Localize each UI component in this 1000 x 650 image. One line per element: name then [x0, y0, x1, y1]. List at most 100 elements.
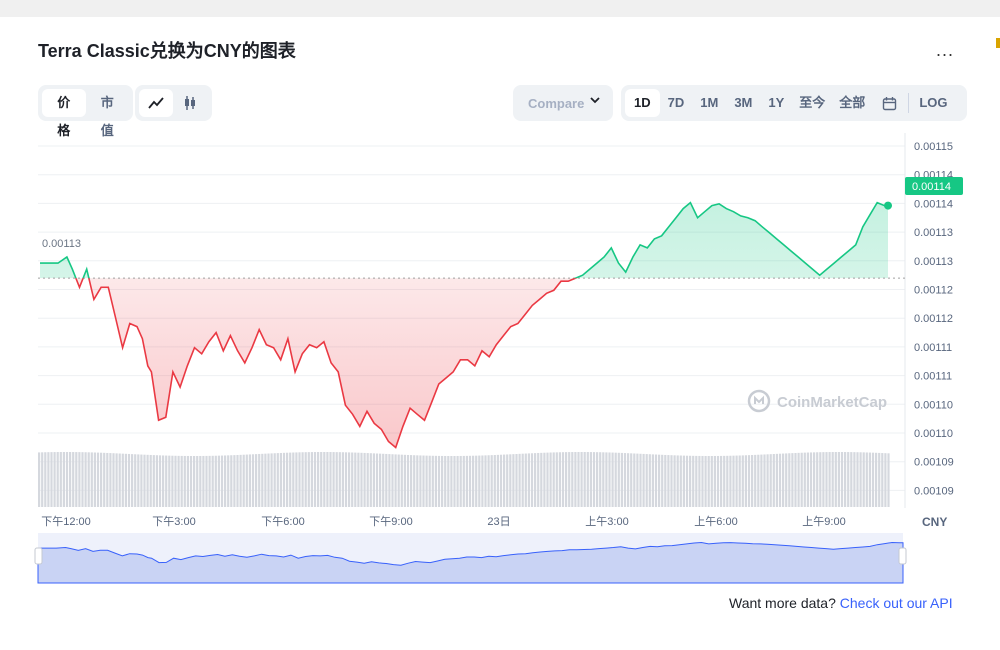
volume-bar [158, 455, 162, 507]
watermark-text: CoinMarketCap [777, 394, 887, 411]
volume-bar [884, 453, 887, 507]
volume-bar [137, 454, 140, 507]
volume-bars [38, 452, 890, 507]
volume-bar [568, 452, 571, 507]
volume-bar [862, 452, 865, 507]
volume-bar [518, 453, 521, 507]
volume-bar [406, 454, 410, 507]
volume-bar [233, 455, 236, 507]
api-link[interactable]: Check out our API [840, 595, 953, 611]
volume-bar [220, 455, 224, 507]
footer: Want more data? Check out our API [729, 595, 953, 611]
y-tick-label: 0.00112 [914, 285, 953, 297]
volume-bar [803, 452, 806, 507]
y-tick-label: 0.00109 [914, 457, 954, 469]
price-chart[interactable]: 0.00115 0.00114 0.00114 0.00113 0.00113 0.001… [0, 0, 1000, 650]
volume-bar [521, 453, 524, 507]
volume-bar [685, 455, 689, 507]
current-price-label: 0.00114 [912, 181, 951, 193]
volume-bar [797, 452, 800, 507]
volume-bar [834, 452, 837, 507]
volume-bar [766, 454, 769, 507]
currency-label: CNY [922, 515, 947, 529]
volume-bar [69, 452, 72, 507]
volume-bar [741, 455, 744, 507]
volume-bar [186, 455, 189, 507]
volume-bar [344, 452, 348, 507]
volume-bar [450, 455, 453, 507]
coinmarketcap-watermark: CoinMarketCap [747, 389, 887, 413]
volume-bar [93, 452, 96, 507]
x-tick-label: 23日 [487, 516, 510, 528]
navigator-handle-right[interactable] [898, 547, 907, 565]
volume-bar [769, 454, 772, 507]
volume-bar [530, 453, 534, 507]
volume-bar [382, 453, 385, 507]
x-tick-label: 下午6:00 [261, 515, 304, 528]
volume-bar [388, 454, 391, 507]
volume-bar [794, 452, 797, 507]
volume-bar [723, 455, 726, 507]
volume-bar [630, 453, 633, 507]
volume-bar [459, 455, 462, 507]
volume-bar [127, 453, 131, 507]
volume-bar [189, 455, 193, 507]
x-tick-label: 下午9:00 [369, 515, 412, 528]
volume-bar [561, 452, 565, 507]
volume-bar [317, 452, 320, 507]
volume-bar [326, 452, 329, 507]
navigator-handle-left[interactable] [34, 547, 43, 565]
volume-bar [661, 454, 664, 507]
volume-bar [103, 452, 106, 507]
volume-bar [416, 455, 419, 507]
volume-bar [853, 452, 856, 507]
volume-bar [180, 455, 183, 507]
volume-bar [165, 455, 168, 507]
volume-bar [707, 455, 710, 507]
volume-bar [472, 455, 475, 507]
volume-bar [840, 452, 844, 507]
volume-bar [617, 452, 620, 507]
volume-bar [775, 453, 778, 507]
navigator[interactable]: 下午12:00下午3:00下午6:00下午9:0023日上午3:00上午6:00… [34, 533, 907, 584]
volume-bar [236, 454, 239, 507]
volume-bar [106, 452, 109, 507]
volume-bar [400, 454, 403, 507]
volume-bar [391, 454, 394, 507]
volume-bar [729, 455, 732, 507]
volume-bar [868, 452, 871, 507]
volume-bar [422, 455, 425, 507]
volume-bar [713, 455, 716, 507]
y-tick-label: 0.00109 [914, 485, 954, 497]
volume-bar [633, 453, 636, 507]
y-tick-label: 0.00113 [914, 256, 953, 268]
footer-text: Want more data? [729, 595, 836, 611]
volume-bar [828, 452, 831, 507]
volume-bar [323, 452, 326, 507]
volume-bar [124, 453, 127, 507]
volume-bar [87, 452, 90, 507]
volume-bar [403, 454, 406, 507]
volume-bar [546, 452, 549, 507]
volume-bar [131, 454, 134, 507]
volume-bar [778, 453, 782, 507]
volume-bar [149, 454, 152, 507]
volume-bar [620, 452, 623, 507]
volume-bar [692, 455, 695, 507]
volume-bar [90, 452, 93, 507]
volume-bar [351, 452, 354, 507]
volume-bar [251, 454, 255, 507]
volume-bar [363, 452, 366, 507]
volume-bar [875, 452, 878, 507]
volume-bar [881, 453, 884, 507]
volume-bar [577, 452, 580, 507]
volume-bar [847, 452, 850, 507]
volume-bar [447, 455, 450, 507]
volume-bar [809, 452, 813, 507]
volume-bar [394, 454, 397, 507]
volume-bar [651, 454, 654, 507]
volume-bar [673, 455, 676, 507]
volume-bar [540, 452, 543, 507]
volume-bar [217, 455, 220, 507]
volume-bar [509, 454, 512, 507]
